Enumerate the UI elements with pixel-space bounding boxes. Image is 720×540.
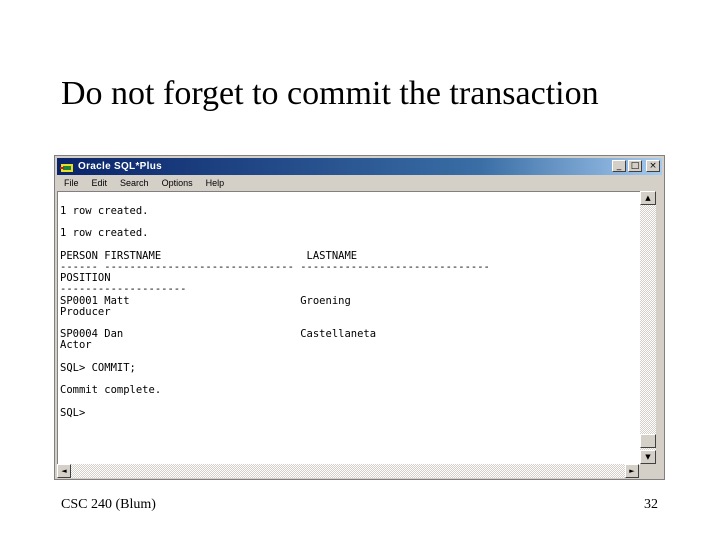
console-text: 1 row created. 1 row created. PERSON FIR… xyxy=(60,205,490,419)
scroll-down-button[interactable]: ▼ xyxy=(640,450,656,464)
console-output[interactable]: 1 row created. 1 row created. PERSON FIR… xyxy=(57,191,640,465)
menu-search[interactable]: Search xyxy=(113,178,155,188)
menu-file[interactable]: File xyxy=(57,178,85,188)
arrow-down-icon: ▼ xyxy=(645,452,651,461)
menu-edit[interactable]: Edit xyxy=(85,178,114,188)
window-controls: _ □ × xyxy=(612,160,660,172)
scroll-left-button[interactable]: ◄ xyxy=(57,464,71,478)
horizontal-scrollbar[interactable]: ◄ ► xyxy=(57,464,639,478)
oracle-app-icon xyxy=(60,161,74,173)
arrow-left-icon: ◄ xyxy=(61,466,67,475)
minimize-button[interactable]: _ xyxy=(612,160,626,172)
scroll-thumb[interactable] xyxy=(640,434,656,448)
menu-bar: File Edit Search Options Help xyxy=(57,175,662,190)
footer-course: CSC 240 (Blum) xyxy=(61,497,156,512)
arrow-up-icon: ▲ xyxy=(645,193,651,202)
menu-options[interactable]: Options xyxy=(155,178,199,188)
menu-help[interactable]: Help xyxy=(199,178,231,188)
arrow-right-icon: ► xyxy=(629,466,635,475)
scroll-right-button[interactable]: ► xyxy=(625,464,639,478)
sqlplus-window: Oracle SQL*Plus _ □ × File Edit Search O… xyxy=(54,155,665,480)
scrollbar-corner xyxy=(640,464,656,478)
close-button[interactable]: × xyxy=(646,160,660,172)
vertical-scrollbar[interactable]: ▲ ▼ xyxy=(640,191,656,464)
window-title: Oracle SQL*Plus xyxy=(78,161,162,172)
slide-title: Do not forget to commit the transaction xyxy=(61,75,599,112)
maximize-button[interactable]: □ xyxy=(628,160,642,172)
window-titlebar[interactable]: Oracle SQL*Plus _ □ × xyxy=(57,158,662,175)
page-number: 32 xyxy=(644,497,658,512)
scroll-up-button[interactable]: ▲ xyxy=(640,191,656,205)
